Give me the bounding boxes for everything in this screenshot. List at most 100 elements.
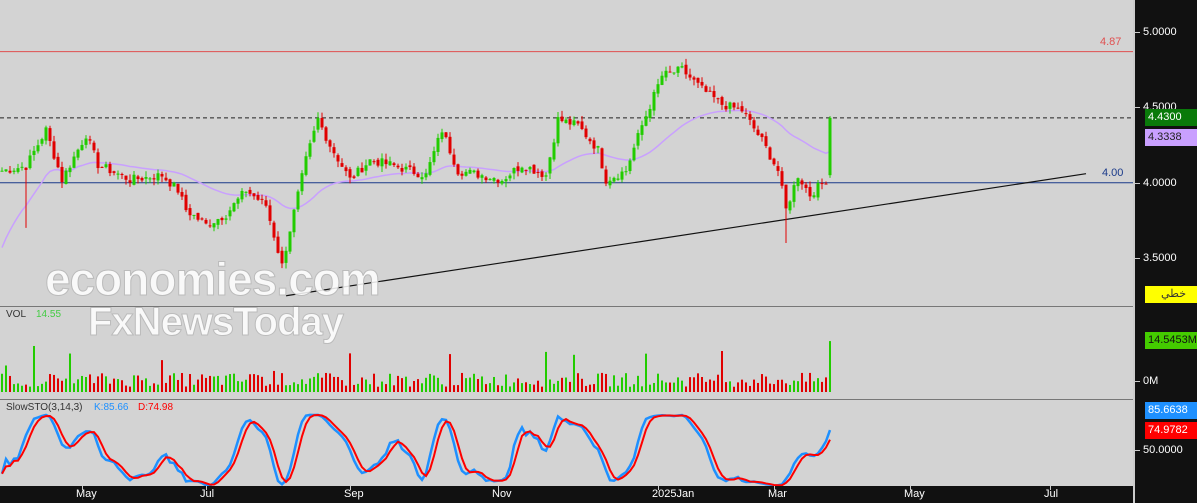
candle <box>568 119 572 125</box>
candle <box>660 75 664 85</box>
candle <box>156 173 160 181</box>
candle <box>796 178 800 187</box>
volume-bar <box>545 351 547 392</box>
volume-bar <box>89 374 91 392</box>
candle <box>616 178 620 180</box>
candle <box>104 164 108 168</box>
volume-bar <box>249 374 251 392</box>
stochastic-k-line <box>0 413 832 486</box>
candle <box>256 194 260 200</box>
volume-bar <box>217 375 219 392</box>
chart-canvas[interactable] <box>0 0 1133 486</box>
candle <box>176 183 180 193</box>
volume-bar <box>69 353 71 392</box>
volume-bar <box>205 377 207 392</box>
candle <box>636 133 640 146</box>
volume-bar <box>813 381 815 392</box>
volume-bar <box>349 353 351 392</box>
candle <box>604 169 608 184</box>
candle <box>360 167 364 173</box>
volume-bar <box>413 380 415 392</box>
candle <box>716 98 720 100</box>
volume-bar <box>817 378 819 392</box>
candle <box>80 144 84 151</box>
stochastic-panel-separator[interactable] <box>0 399 1197 400</box>
chart-type-button[interactable]: خطي <box>1145 286 1197 303</box>
candle <box>572 120 576 126</box>
volume-bar <box>401 378 403 392</box>
level-487-label: 4.87 <box>1100 36 1122 48</box>
stochastic-label: SlowSTO(3,14,3) <box>6 402 83 413</box>
volume-bar <box>273 370 275 392</box>
candle <box>668 71 672 73</box>
volume-bar <box>53 374 55 392</box>
volume-bar <box>321 377 323 392</box>
volume-bar <box>389 373 391 392</box>
candle <box>8 170 12 173</box>
volume-bar <box>85 377 87 392</box>
volume-bar <box>745 382 747 392</box>
candle <box>108 164 112 174</box>
candle <box>756 129 760 135</box>
candle <box>412 166 416 174</box>
volume-bar <box>297 384 299 392</box>
candle <box>536 172 540 174</box>
volume-bar <box>677 377 679 392</box>
volume-bar <box>721 351 723 392</box>
volume-bar <box>125 385 127 392</box>
candle <box>316 118 320 130</box>
volume-bar <box>629 386 631 392</box>
candle <box>308 143 312 157</box>
stochastic-d-label: D:74.98 <box>138 402 174 413</box>
volume-bar <box>201 374 203 392</box>
volume-bar <box>433 375 435 392</box>
volume-bar <box>605 373 607 392</box>
price-axis[interactable]: 5.0000 4.5000 4.0000 3.5000 4.4300 4.333… <box>1133 0 1197 503</box>
candle <box>132 174 136 185</box>
volume-bar <box>793 380 795 392</box>
candle <box>496 179 500 183</box>
volume-bar <box>33 345 35 392</box>
volume-bar <box>229 374 231 392</box>
volume-bar <box>633 384 635 392</box>
volume-panel-separator[interactable] <box>0 306 1197 307</box>
candle <box>632 147 636 161</box>
candle <box>624 171 628 173</box>
volume-bar <box>465 378 467 392</box>
volume-bar <box>41 383 43 392</box>
d-tag: 74.9782 <box>1145 422 1197 439</box>
volume-bar <box>133 375 135 392</box>
candle <box>24 167 28 170</box>
candle <box>340 163 344 167</box>
volume-bar <box>221 384 223 392</box>
candle <box>272 222 276 238</box>
x-label: May <box>904 488 925 500</box>
candle <box>328 140 332 147</box>
volume-bar <box>557 380 559 392</box>
volume-zero-tick: 0M <box>1134 375 1159 387</box>
volume-bar <box>709 379 711 392</box>
volume-bar <box>593 384 595 392</box>
volume-bar <box>449 354 451 392</box>
candle <box>40 139 44 144</box>
tick-3-5: 3.5000 <box>1135 252 1177 264</box>
volume-bar <box>625 373 627 392</box>
candle <box>68 167 72 173</box>
volume-bar <box>821 381 823 392</box>
candle <box>720 97 724 105</box>
volume-bar <box>621 377 623 392</box>
volume-bar <box>617 385 619 392</box>
candle <box>820 183 824 185</box>
volume-bar <box>93 383 95 392</box>
volume-bar <box>485 384 487 392</box>
volume-bar <box>497 385 499 392</box>
candle <box>684 64 688 75</box>
volume-bar <box>585 385 587 392</box>
volume-bar <box>781 379 783 392</box>
candle <box>596 146 600 148</box>
chart-plot-area[interactable]: economies.com FxNewsToday 4.00 4.87 VOL … <box>0 0 1133 486</box>
candle <box>76 149 80 158</box>
volume-bar <box>25 384 27 392</box>
candle <box>204 219 208 224</box>
candle <box>644 116 648 126</box>
